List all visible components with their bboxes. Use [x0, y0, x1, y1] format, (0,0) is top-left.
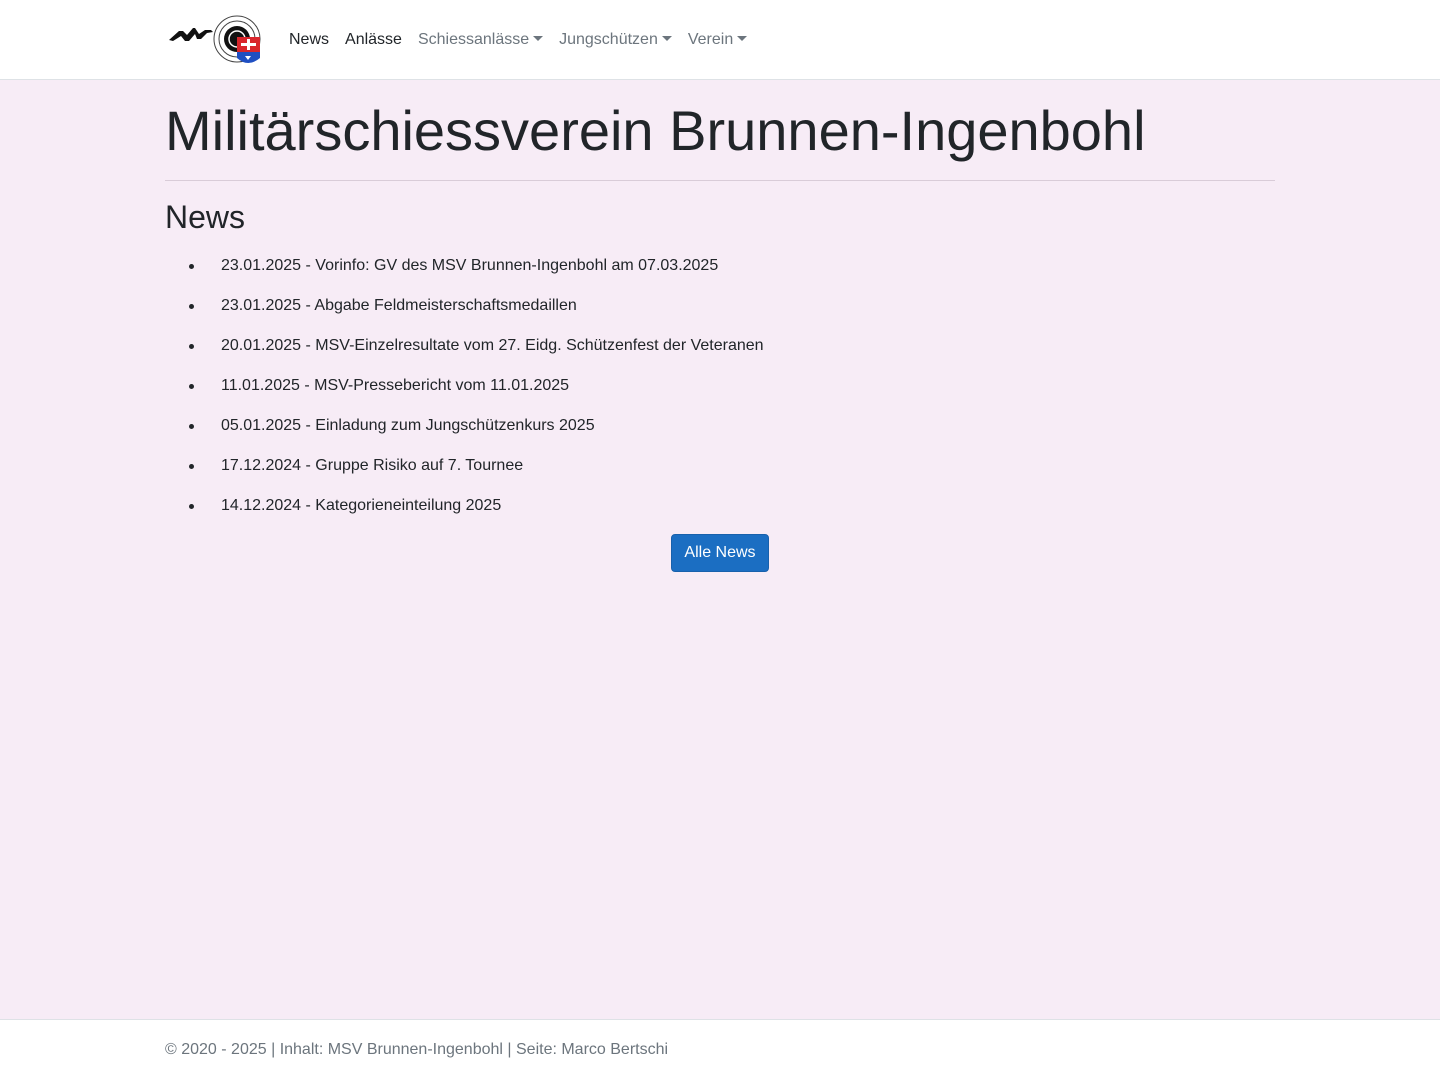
list-item: 23.01.2025 - Vorinfo: GV des MSV Brunnen…: [189, 254, 1275, 278]
all-news-button-container: Alle News: [165, 534, 1275, 572]
news-link[interactable]: 14.12.2024 - Kategorieneinteilung 2025: [221, 497, 501, 514]
nav-item-label: Anlässe: [345, 30, 402, 48]
news-link[interactable]: 05.01.2025 - Einladung zum Jungschützenk…: [221, 417, 595, 434]
navbar-container: News Anlässe Schiessanlässe Jungschützen…: [165, 0, 755, 79]
bullet-icon: [189, 264, 194, 269]
page-title: Militärschiessverein Brunnen-Ingenbohl: [165, 98, 1275, 181]
caret-down-icon: [533, 35, 544, 41]
main-content: Militärschiessverein Brunnen-Ingenbohl N…: [165, 80, 1275, 572]
footer: © 2020 - 2025 | Inhalt: MSV Brunnen-Inge…: [0, 1019, 1440, 1080]
bullet-icon: [189, 504, 194, 509]
nav-item-label: Jungschützen: [559, 30, 658, 48]
news-link[interactable]: 11.01.2025 - MSV-Pressebericht vom 11.01…: [221, 377, 569, 394]
all-news-button[interactable]: Alle News: [671, 534, 769, 572]
nav-item-schiessanlaesse-dropdown[interactable]: Schiessanlässe: [410, 20, 551, 60]
list-item: 17.12.2024 - Gruppe Risiko auf 7. Tourne…: [189, 454, 1275, 478]
bullet-icon: [189, 344, 194, 349]
list-item: 11.01.2025 - MSV-Pressebericht vom 11.01…: [189, 374, 1275, 398]
caret-down-icon: [737, 35, 748, 41]
list-item: 05.01.2025 - Einladung zum Jungschützenk…: [189, 414, 1275, 438]
bullet-icon: [189, 464, 194, 469]
caret-down-icon: [661, 35, 672, 41]
nav-item-anlaesse[interactable]: Anlässe: [337, 20, 410, 60]
nav-item-label: Verein: [687, 30, 734, 48]
footer-text: © 2020 - 2025 | Inhalt: MSV Brunnen-Inge…: [165, 1041, 669, 1058]
list-item: 14.12.2024 - Kategorieneinteilung 2025: [189, 494, 1275, 518]
nav-item-jungschuetzen-dropdown[interactable]: Jungschützen: [551, 20, 680, 60]
nav-item-news[interactable]: News: [281, 20, 337, 60]
main-nav: News Anlässe Schiessanlässe Jungschützen…: [281, 20, 755, 60]
bullet-icon: [189, 384, 194, 389]
nav-item-label: News: [289, 30, 330, 48]
news-link[interactable]: 20.01.2025 - MSV-Einzelresultate vom 27.…: [221, 337, 764, 354]
list-item: 20.01.2025 - MSV-Einzelresultate vom 27.…: [189, 334, 1275, 358]
news-link[interactable]: 17.12.2024 - Gruppe Risiko auf 7. Tourne…: [221, 457, 523, 474]
list-item: 23.01.2025 - Abgabe Feldmeisterschaftsme…: [189, 294, 1275, 318]
news-link[interactable]: 23.01.2025 - Abgabe Feldmeisterschaftsme…: [221, 297, 577, 314]
section-title-news: News: [165, 199, 246, 235]
nav-item-verein-dropdown[interactable]: Verein: [680, 20, 755, 60]
bullet-icon: [189, 424, 194, 429]
nav-item-label: Schiessanlässe: [417, 30, 530, 48]
bullet-icon: [189, 304, 194, 309]
news-link[interactable]: 23.01.2025 - Vorinfo: GV des MSV Brunnen…: [221, 257, 718, 274]
msv-target-logo-icon[interactable]: [165, 12, 265, 68]
news-list: 23.01.2025 - Vorinfo: GV des MSV Brunnen…: [189, 254, 1275, 518]
top-navbar: News Anlässe Schiessanlässe Jungschützen…: [0, 0, 1440, 80]
